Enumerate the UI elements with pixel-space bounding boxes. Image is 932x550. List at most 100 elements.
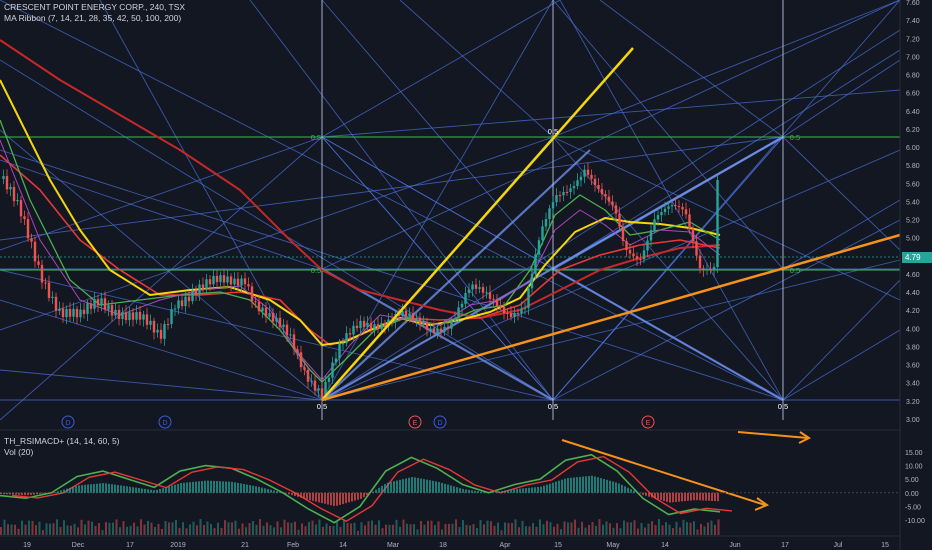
- osc-histogram-bar: [108, 483, 110, 493]
- candle-body: [488, 292, 492, 299]
- volume-bar: [637, 528, 639, 535]
- volume-bar: [308, 522, 310, 535]
- volume-bar: [77, 527, 79, 535]
- volume-bar: [479, 520, 482, 535]
- volume-bar: [129, 525, 132, 535]
- osc-histogram-bar: [471, 490, 473, 493]
- osc-histogram-bar: [174, 484, 176, 493]
- osc-histogram-bar: [354, 492, 356, 501]
- volume-bar: [178, 527, 181, 535]
- volume-bar: [644, 527, 646, 535]
- candle-body: [226, 276, 229, 283]
- time-axis[interactable]: 19 Dec 17 2019 21 Feb 14 Mar 18 Apr 15 May 14 Jun 17 Ju…: [23, 542, 889, 549]
- gann-label: 0.5: [790, 133, 800, 142]
- candle-body: [2, 176, 5, 179]
- chart-canvas[interactable]: 0.5 0.5 0.5 0.5 0.5 0.5 0.5 0.5 D D E D E 7.60 7.40 7…: [0, 0, 932, 550]
- candle-body: [646, 240, 649, 251]
- candle-body: [653, 219, 656, 231]
- osc-histogram-bar: [294, 492, 296, 496]
- osc-histogram-bar: [150, 489, 152, 493]
- osc-histogram-bar: [180, 483, 182, 493]
- volume-bar: [455, 519, 457, 535]
- osc-axis-label: 0.00: [905, 491, 919, 498]
- candle-body: [590, 174, 593, 179]
- osc-histogram-bar: [450, 485, 452, 493]
- osc-histogram-bar: [513, 489, 515, 493]
- candle-body: [464, 293, 467, 304]
- candle-body: [180, 300, 184, 307]
- volume-bar: [448, 523, 450, 535]
- volume-bar: [535, 526, 538, 535]
- candle-body: [313, 380, 317, 391]
- symbol-title[interactable]: CRESCENT POINT ENERGY CORP., 240, TSX: [4, 2, 185, 13]
- candle-body: [691, 228, 695, 242]
- candle-body: [481, 287, 485, 293]
- candle-body: [499, 306, 502, 308]
- volume-bar: [14, 524, 16, 535]
- candle-body: [282, 324, 285, 328]
- candle-body: [702, 268, 705, 270]
- osc-histogram-bar: [6, 492, 8, 495]
- osc-histogram-bar: [132, 487, 134, 493]
- volume-bar: [59, 526, 62, 535]
- volume-bar: [458, 527, 461, 535]
- osc-histogram-bar: [582, 476, 584, 493]
- osc-histogram-bar: [339, 492, 341, 505]
- osc-histogram-bar: [390, 481, 392, 493]
- candle-body: [436, 328, 439, 333]
- osc-histogram-bar: [630, 489, 632, 493]
- osc-histogram-bar: [330, 492, 332, 506]
- osc-histogram-bar: [156, 489, 158, 493]
- osc-histogram-bar: [207, 480, 209, 493]
- candle-body: [439, 328, 443, 332]
- osc-histogram-bar: [366, 492, 368, 496]
- time-axis-label: May: [606, 542, 620, 549]
- osc-histogram-bar: [618, 483, 620, 493]
- volume-bar: [56, 519, 58, 535]
- candle-body: [565, 192, 569, 194]
- osc-histogram-bar: [114, 484, 116, 493]
- candle-body: [548, 208, 551, 220]
- osc-histogram-bar: [168, 486, 170, 493]
- candle-body: [89, 303, 93, 309]
- volume-bar: [140, 519, 142, 535]
- osc-histogram-bar: [483, 492, 485, 493]
- volume-bar: [217, 522, 219, 535]
- event-marker-label: D: [162, 420, 167, 427]
- volume-bar: [199, 519, 202, 535]
- osc-histogram-bar: [624, 486, 626, 493]
- candle-body: [523, 307, 527, 309]
- volume-bar: [437, 521, 440, 535]
- candle-body: [292, 334, 296, 350]
- candle-body: [121, 312, 124, 320]
- osc-histogram-bar: [141, 488, 143, 493]
- osc-histogram-bar: [495, 491, 497, 493]
- volume-bar: [472, 524, 475, 535]
- oscillator-legend[interactable]: TH_RSIMACD+ (14, 14, 60, 5): [4, 436, 120, 447]
- osc-histogram-bar: [375, 489, 377, 493]
- osc-histogram-bar: [171, 485, 173, 493]
- volume-bar: [91, 521, 93, 535]
- osc-histogram-bar: [612, 481, 614, 493]
- candle-body: [485, 292, 488, 294]
- volume-bar: [357, 530, 359, 535]
- osc-histogram-bar: [561, 479, 563, 493]
- time-axis-label: 15: [881, 542, 889, 549]
- volume-bar: [297, 529, 300, 535]
- ma-ribbon-legend[interactable]: MA Ribbon (7, 14, 21, 28, 35, 42, 50, 10…: [4, 13, 181, 24]
- candle-body: [184, 296, 187, 307]
- osc-histogram-bar: [159, 489, 161, 493]
- candle-body: [61, 308, 65, 318]
- osc-histogram-bar: [420, 478, 422, 493]
- volume-bar: [360, 522, 363, 535]
- osc-histogram-bar: [57, 491, 59, 493]
- osc-histogram-bar: [264, 488, 266, 493]
- candle-body: [555, 195, 558, 203]
- osc-histogram-bar: [279, 491, 281, 493]
- volume-legend[interactable]: Vol (20): [4, 447, 33, 458]
- osc-histogram-bar: [393, 481, 395, 493]
- osc-histogram-bar: [402, 479, 404, 493]
- candle-body: [51, 296, 54, 298]
- osc-histogram-bar: [135, 487, 137, 493]
- candle-body: [310, 380, 313, 382]
